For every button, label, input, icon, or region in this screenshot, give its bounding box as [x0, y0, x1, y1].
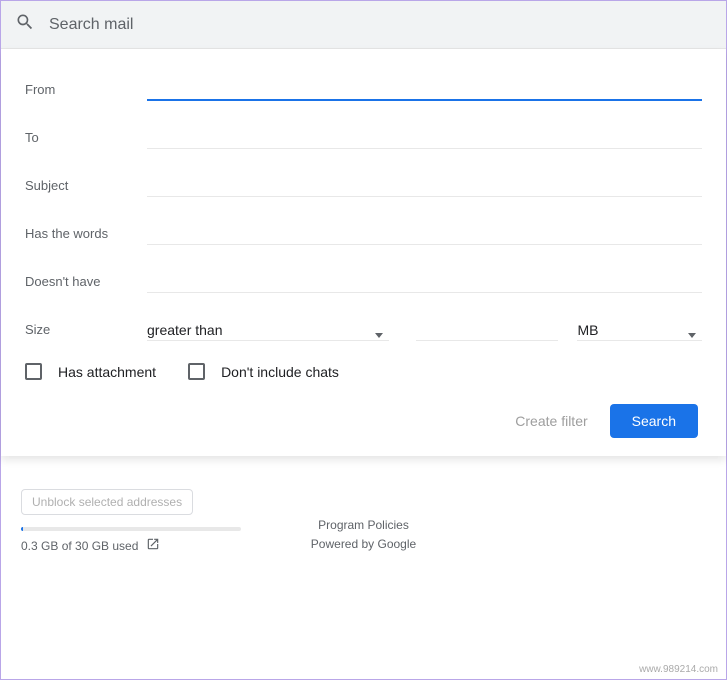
from-label: From — [25, 82, 147, 101]
storage-bar — [21, 527, 241, 531]
size-unit-value: MB — [577, 322, 688, 338]
program-policies-link[interactable]: Program Policies — [311, 516, 416, 535]
size-comparator-select[interactable]: greater than — [147, 315, 389, 341]
size-unit-select[interactable]: MB — [577, 315, 702, 341]
subject-label: Subject — [25, 178, 147, 197]
subject-input[interactable] — [147, 171, 702, 197]
doesnt-have-input[interactable] — [147, 267, 702, 293]
storage-text: 0.3 GB of 30 GB used — [21, 539, 138, 553]
search-bar: Search mail — [1, 1, 726, 49]
search-icon[interactable] — [15, 12, 35, 37]
size-value-input[interactable] — [416, 315, 558, 341]
dont-include-chats-label: Don't include chats — [221, 364, 339, 380]
has-attachment-label: Has attachment — [58, 364, 156, 380]
open-in-new-icon[interactable] — [146, 537, 160, 554]
size-label: Size — [25, 322, 147, 341]
advanced-search-panel: From To Subject Has the words Doesn't ha… — [1, 49, 726, 456]
watermark: www.989214.com — [639, 664, 718, 675]
to-label: To — [25, 130, 147, 149]
has-words-input[interactable] — [147, 219, 702, 245]
dont-include-chats-checkbox[interactable] — [188, 363, 205, 380]
doesnt-have-label: Doesn't have — [25, 274, 147, 293]
create-filter-link[interactable]: Create filter — [515, 413, 587, 429]
size-comparator-value: greater than — [147, 322, 375, 338]
storage-fill — [21, 527, 23, 531]
chevron-down-icon — [688, 333, 696, 338]
footer: 0.3 GB of 30 GB used Program Policies Po… — [1, 516, 726, 554]
search-input-placeholder[interactable]: Search mail — [49, 16, 133, 34]
search-button[interactable]: Search — [610, 404, 698, 438]
powered-by-text: Powered by Google — [311, 535, 416, 554]
has-attachment-checkbox[interactable] — [25, 363, 42, 380]
has-words-label: Has the words — [25, 226, 147, 245]
from-input[interactable] — [147, 75, 702, 101]
to-input[interactable] — [147, 123, 702, 149]
unblock-button[interactable]: Unblock selected addresses — [21, 489, 193, 515]
chevron-down-icon — [375, 333, 383, 338]
